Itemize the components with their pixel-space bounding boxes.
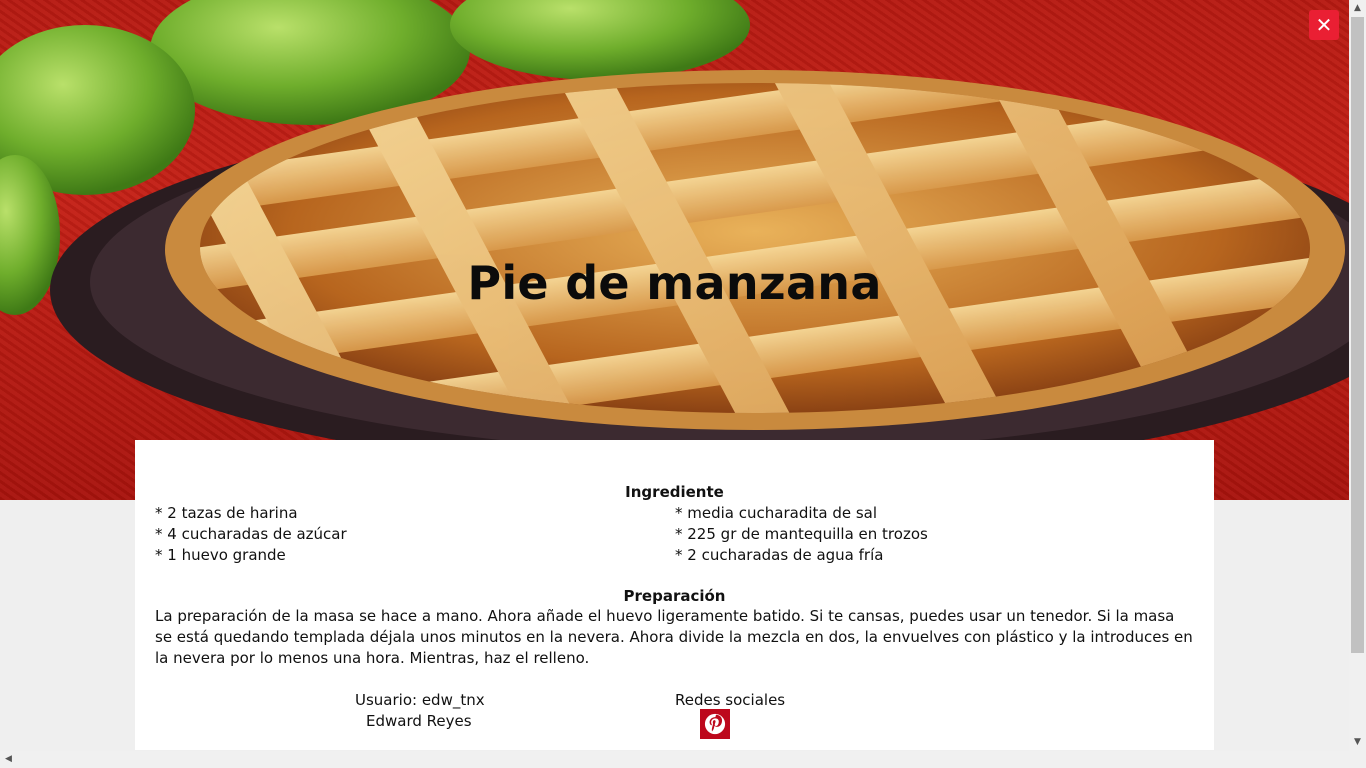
ingredient-item: * 4 cucharadas de azúcar	[155, 525, 347, 543]
scroll-left-icon[interactable]: ◀	[0, 751, 17, 768]
ingredient-item: * 2 cucharadas de agua fría	[675, 546, 884, 564]
vertical-scrollbar[interactable]: ▲ ▼	[1349, 0, 1366, 768]
author-username: Usuario: edw_tnx	[355, 691, 485, 709]
horizontal-scrollbar[interactable]: ◀	[0, 751, 1349, 768]
page-title: Pie de manzana	[467, 256, 882, 310]
close-icon: ✕	[1315, 13, 1333, 37]
ingredient-item: * 225 gr de mantequilla en trozos	[675, 525, 928, 543]
pinterest-button[interactable]	[700, 709, 730, 739]
ingredients-title: Ingrediente	[625, 483, 724, 501]
ingredient-item: * 2 tazas de harina	[155, 504, 298, 522]
scroll-thumb[interactable]	[1351, 17, 1364, 653]
preparation-title: Preparación	[623, 587, 726, 605]
ingredient-item: * 1 huevo grande	[155, 546, 286, 564]
social-title: Redes sociales	[675, 691, 786, 709]
preparation-text: La preparación de la masa se hace a mano…	[155, 607, 1193, 667]
pinterest-icon	[704, 713, 726, 735]
hero-banner: Pie de manzana ✕	[0, 0, 1349, 500]
ingredient-item: * media cucharadita de sal	[675, 504, 878, 522]
scroll-up-icon[interactable]: ▲	[1349, 0, 1366, 17]
close-button[interactable]: ✕	[1309, 10, 1339, 40]
apple-pie-image	[0, 0, 1349, 475]
scroll-down-icon[interactable]: ▼	[1349, 734, 1366, 751]
author-name: Edward Reyes	[366, 712, 472, 730]
recipe-card: Ingrediente * 2 tazas de harina * 4 cuch…	[135, 440, 1214, 750]
